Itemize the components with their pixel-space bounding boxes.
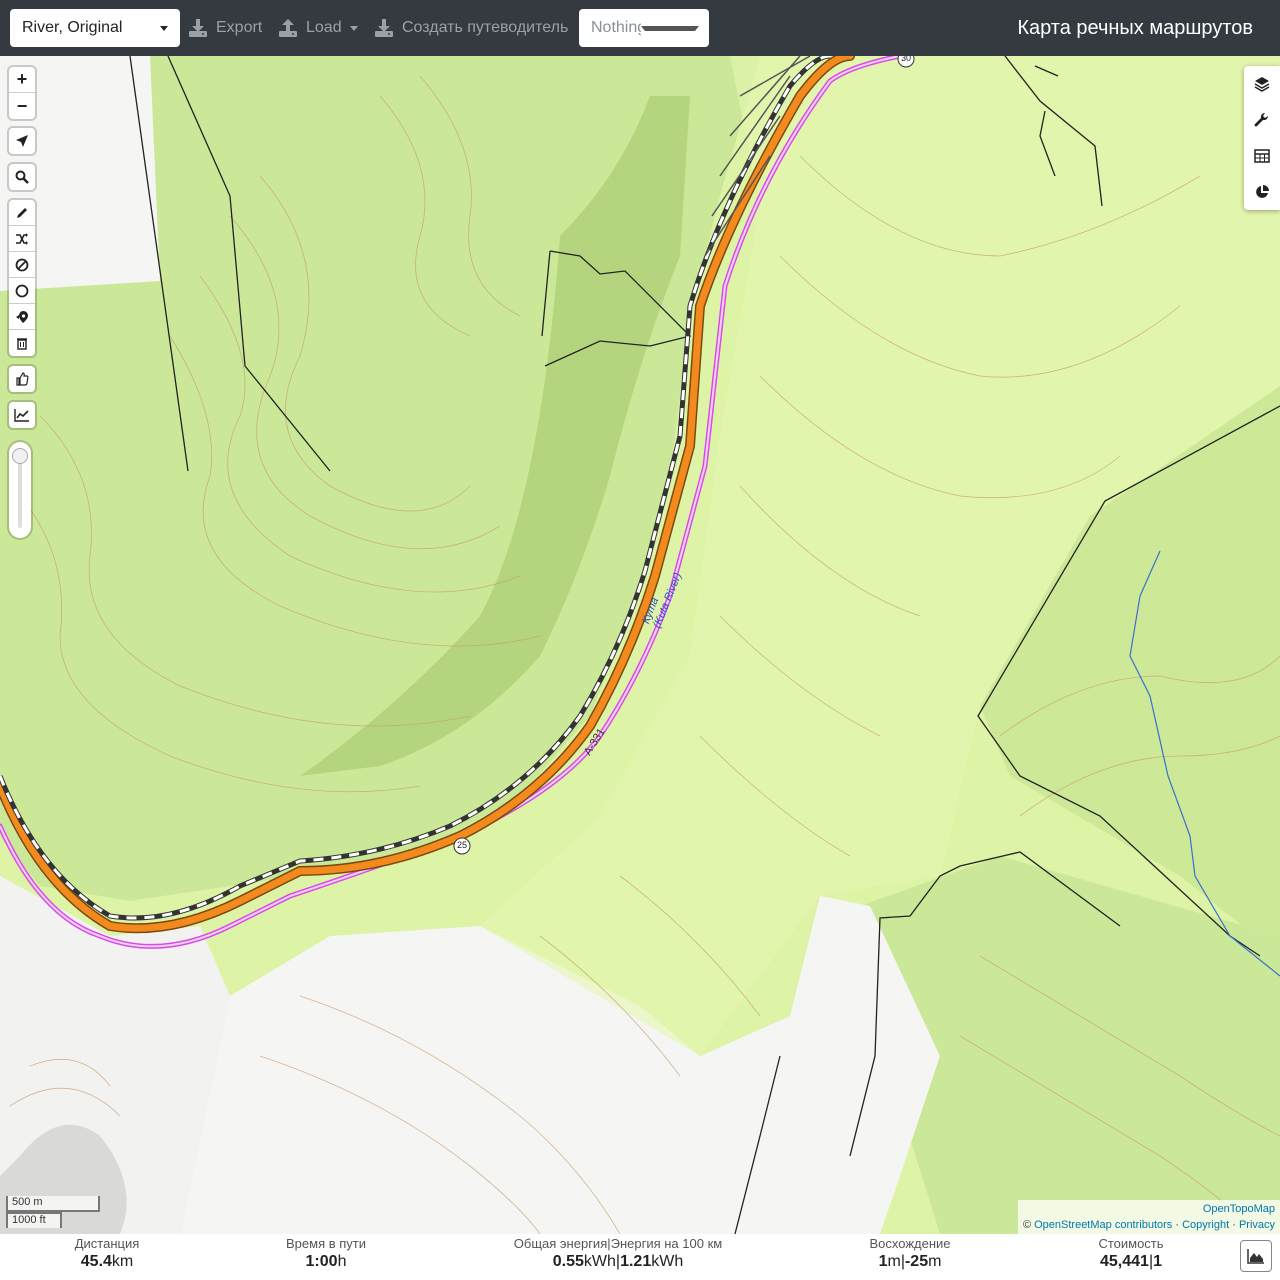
stat-energy-label: Общая энергия|Энергия на 100 км bbox=[513, 1236, 723, 1251]
draw-route-button[interactable] bbox=[9, 200, 35, 226]
layer-attribution-link[interactable]: OpenTopoMap bbox=[1203, 1203, 1275, 1215]
scale-metric: 500 m bbox=[6, 1196, 100, 1212]
shuffle-icon bbox=[16, 232, 28, 245]
circle-icon bbox=[15, 284, 29, 297]
export-button[interactable]: Export bbox=[188, 9, 262, 47]
stat-cost-label: Стоимость bbox=[1098, 1236, 1164, 1251]
locate-control bbox=[9, 128, 35, 154]
poi-icon bbox=[16, 310, 28, 323]
layers-button[interactable] bbox=[1244, 66, 1280, 102]
route-select[interactable]: Nothing selected bbox=[579, 9, 709, 47]
create-guide-label: Создать путеводитель bbox=[402, 19, 569, 36]
zoom-control: + − bbox=[9, 67, 35, 119]
search-control bbox=[9, 164, 35, 190]
stat-distance-label: Дистанция bbox=[74, 1236, 140, 1251]
create-guide-button[interactable]: Создать путеводитель bbox=[374, 9, 568, 47]
pie-chart-icon bbox=[1256, 185, 1269, 198]
settings-button[interactable] bbox=[1244, 102, 1280, 138]
statistics-button[interactable] bbox=[1244, 174, 1280, 210]
copyright-symbol: © bbox=[1022, 1219, 1032, 1231]
profile-select-value: River, Original bbox=[22, 19, 123, 36]
map[interactable]: 30 25 A-331 Кута (Kuta River) + − 500 m … bbox=[0, 56, 1280, 1234]
profile-select[interactable]: River, Original bbox=[10, 9, 180, 47]
elevation-control bbox=[9, 402, 35, 428]
elevation-chart-icon bbox=[14, 409, 29, 422]
road-marker-30-label: 30 bbox=[900, 56, 911, 63]
stat-time: Время в пути 1:00h bbox=[276, 1236, 376, 1271]
circle-area-button[interactable] bbox=[9, 278, 35, 304]
stat-distance: Дистанция 45.4km bbox=[66, 1236, 148, 1271]
wrench-icon bbox=[1254, 112, 1269, 127]
draw-toolbar bbox=[9, 200, 35, 356]
stat-energy-per100: 1.21 bbox=[620, 1253, 652, 1270]
locate-icon bbox=[16, 135, 28, 147]
zoom-out-button[interactable]: − bbox=[9, 93, 35, 119]
elevation-chart-button[interactable] bbox=[9, 402, 35, 428]
no-go-area-button[interactable] bbox=[9, 252, 35, 278]
stat-cost: Стоимость 45,441|1 bbox=[1084, 1236, 1178, 1271]
privacy-link[interactable]: Privacy bbox=[1239, 1219, 1275, 1231]
feedback-control bbox=[9, 366, 35, 392]
load-button[interactable]: Load bbox=[278, 9, 358, 47]
top-navbar: River, Original Export Load Создать путе… bbox=[0, 0, 1280, 56]
locate-button[interactable] bbox=[9, 128, 35, 154]
stat-energy-total-unit: kWh bbox=[583, 1253, 616, 1270]
map-scale: 500 m 1000 ft bbox=[6, 1196, 100, 1228]
area-chart-icon bbox=[1247, 1249, 1264, 1264]
stat-ascent-up-unit: m bbox=[887, 1253, 901, 1270]
thumbs-up-button[interactable] bbox=[9, 366, 35, 392]
scale-imperial: 1000 ft bbox=[6, 1212, 62, 1228]
load-label: Load bbox=[306, 19, 342, 36]
stat-energy: Общая энергия|Энергия на 100 км 0.55kWh|… bbox=[502, 1236, 734, 1271]
chevron-down-icon bbox=[641, 25, 699, 31]
slider-thumb[interactable] bbox=[12, 448, 28, 464]
stat-energy-total: 0.55 bbox=[552, 1253, 584, 1270]
stat-distance-value: 45.4 bbox=[80, 1253, 112, 1270]
osm-link[interactable]: OpenStreetMap contributors bbox=[1034, 1219, 1172, 1231]
stat-time-label: Время в пути bbox=[286, 1236, 366, 1251]
road-marker-25-label: 25 bbox=[456, 840, 467, 850]
right-toolbar bbox=[1244, 66, 1280, 210]
stat-ascent: Восхождение 1m|-25m bbox=[860, 1236, 960, 1271]
search-button[interactable] bbox=[9, 164, 35, 190]
thumbs-up-icon bbox=[16, 372, 29, 386]
route-select-value: Nothing selected bbox=[591, 19, 641, 36]
pencil-icon bbox=[17, 207, 27, 218]
zoom-in-button[interactable]: + bbox=[9, 67, 35, 93]
poi-button[interactable] bbox=[9, 304, 35, 330]
route-stats-bar: Дистанция 45.4km Время в пути 1:00h Обща… bbox=[0, 1234, 1280, 1280]
layers-icon bbox=[1254, 77, 1270, 92]
search-icon bbox=[15, 170, 29, 184]
delete-button[interactable] bbox=[9, 330, 35, 356]
trash-icon bbox=[17, 338, 27, 350]
shuffle-button[interactable] bbox=[9, 226, 35, 252]
download-icon bbox=[375, 19, 393, 37]
export-label: Export bbox=[216, 19, 263, 36]
table-icon bbox=[1254, 149, 1270, 163]
chevron-down-icon bbox=[349, 25, 358, 31]
brand-title: Карта речных маршрутов bbox=[1017, 16, 1253, 39]
map-attribution: OpenTopoMap © OpenStreetMap contributors… bbox=[1017, 1200, 1280, 1234]
stat-cost-value2: 1 bbox=[1153, 1253, 1162, 1270]
elevation-profile-button[interactable] bbox=[1240, 1240, 1272, 1272]
stat-distance-unit: km bbox=[111, 1253, 134, 1270]
stat-time-unit: h bbox=[337, 1253, 347, 1270]
map-terrain bbox=[0, 56, 1280, 1234]
no-entry-icon bbox=[15, 258, 29, 271]
chevron-down-icon bbox=[160, 25, 168, 31]
download-icon bbox=[189, 19, 207, 37]
copyright-link[interactable]: Copyright bbox=[1182, 1219, 1229, 1231]
stat-ascent-down: -25 bbox=[904, 1253, 929, 1270]
stat-ascent-down-unit: m bbox=[928, 1253, 942, 1270]
opacity-slider[interactable] bbox=[9, 442, 31, 538]
stat-cost-value: 45,441 bbox=[1100, 1253, 1149, 1270]
table-button[interactable] bbox=[1244, 138, 1280, 174]
stat-time-value: 1:00 bbox=[305, 1253, 338, 1270]
stat-ascent-label: Восхождение bbox=[869, 1236, 951, 1251]
upload-icon bbox=[279, 19, 297, 37]
stat-energy-per100-unit: kWh bbox=[651, 1253, 684, 1270]
